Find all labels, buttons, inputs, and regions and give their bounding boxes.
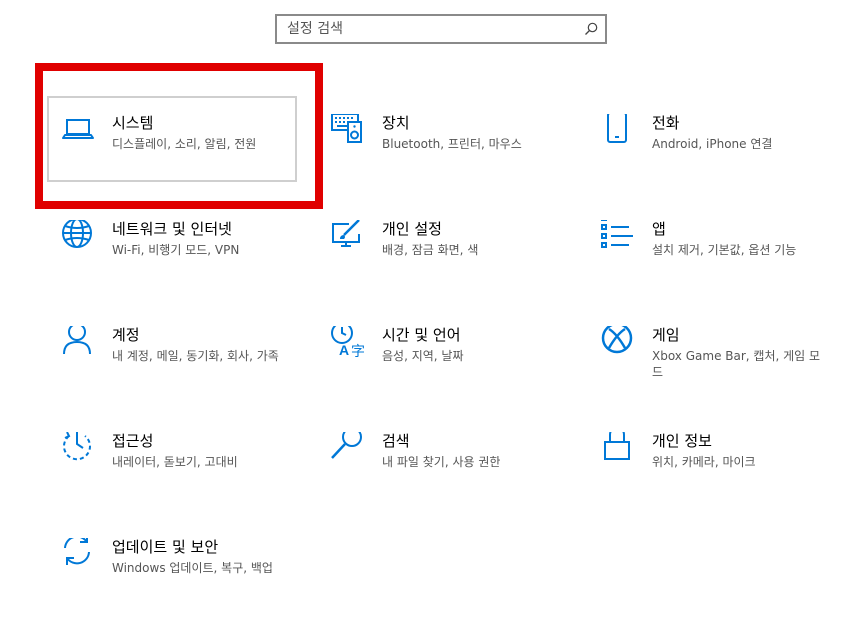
tile-time-language[interactable]: A 字 시간 및 언어 음성, 지역, 날짜 [331,326,581,406]
tile-phone[interactable]: 전화 Android, iPhone 연결 [601,114,851,194]
svg-text:A: A [339,342,349,358]
time-language-icon: A 字 [331,326,365,360]
tile-desc: Bluetooth, 프린터, 마우스 [382,137,522,151]
tile-desc: 배경, 잠금 화면, 색 [382,243,479,257]
svg-text:字: 字 [351,343,365,359]
search-input[interactable] [287,19,577,39]
tile-title: 검색 [382,432,410,450]
tile-desc: 내레이터, 돋보기, 고대비 [112,455,238,469]
search-magnifier-icon [331,432,365,466]
tile-title: 접근성 [112,432,154,450]
tile-search[interactable]: 검색 내 파일 찾기, 사용 권한 [331,432,581,512]
tile-title: 개인 설정 [382,220,442,238]
phone-icon [601,114,635,148]
tile-network[interactable]: 네트워크 및 인터넷 Wi-Fi, 비행기 모드, VPN [61,220,311,300]
globe-icon [61,220,95,254]
tile-title: 전화 [652,114,680,132]
xbox-icon [601,326,635,360]
tile-desc: 내 파일 찾기, 사용 권한 [382,455,501,469]
highlight-annotation-box [35,63,323,209]
tile-desc: 음성, 지역, 날짜 [382,349,464,363]
tile-title: 업데이트 및 보안 [112,538,219,556]
sync-icon [61,538,95,572]
tile-apps[interactable]: 앱 설치 제거, 기본값, 옵션 기능 [601,220,851,300]
tile-title: 네트워크 및 인터넷 [112,220,232,238]
tile-gaming[interactable]: 게임 Xbox Game Bar, 캡처, 게임 모드 [601,326,851,406]
tile-desc: 위치, 카메라, 마이크 [652,455,756,469]
tile-title: 개인 정보 [652,432,712,450]
tile-ease-of-access[interactable]: 접근성 내레이터, 돋보기, 고대비 [61,432,311,512]
settings-home: 시스템 디스플레이, 소리, 알림, 전원 장치 Bluetooth, 프린터,… [0,0,859,631]
lock-icon [601,432,635,466]
person-icon [61,326,95,360]
paint-monitor-icon [331,220,365,254]
tile-title: 게임 [652,326,680,344]
tile-privacy[interactable]: 개인 정보 위치, 카메라, 마이크 [601,432,851,512]
tile-desc: Wi-Fi, 비행기 모드, VPN [112,243,240,257]
tile-title: 장치 [382,114,410,132]
tile-accounts[interactable]: 계정 내 계정, 메일, 동기화, 회사, 가족 [61,326,311,406]
tile-desc: 내 계정, 메일, 동기화, 회사, 가족 [112,349,279,363]
tile-title: 계정 [112,326,140,344]
tile-title: 시간 및 언어 [382,326,461,344]
ease-of-access-icon [61,432,95,466]
search-icon[interactable] [583,21,599,37]
tile-devices[interactable]: 장치 Bluetooth, 프린터, 마우스 [331,114,581,194]
tile-desc: Windows 업데이트, 복구, 백업 [112,561,273,575]
tile-title: 앱 [652,220,666,238]
tile-desc: 설치 제거, 기본값, 옵션 기능 [652,243,797,257]
app-list-icon [601,220,635,254]
keyboard-speaker-icon [331,114,365,148]
search-box[interactable] [275,14,607,44]
tile-desc: Android, iPhone 연결 [652,137,773,151]
tile-personalization[interactable]: 개인 설정 배경, 잠금 화면, 색 [331,220,581,300]
tile-update-security[interactable]: 업데이트 및 보안 Windows 업데이트, 복구, 백업 [61,538,311,618]
tile-desc: Xbox Game Bar, 캡처, 게임 모드 [652,349,821,379]
